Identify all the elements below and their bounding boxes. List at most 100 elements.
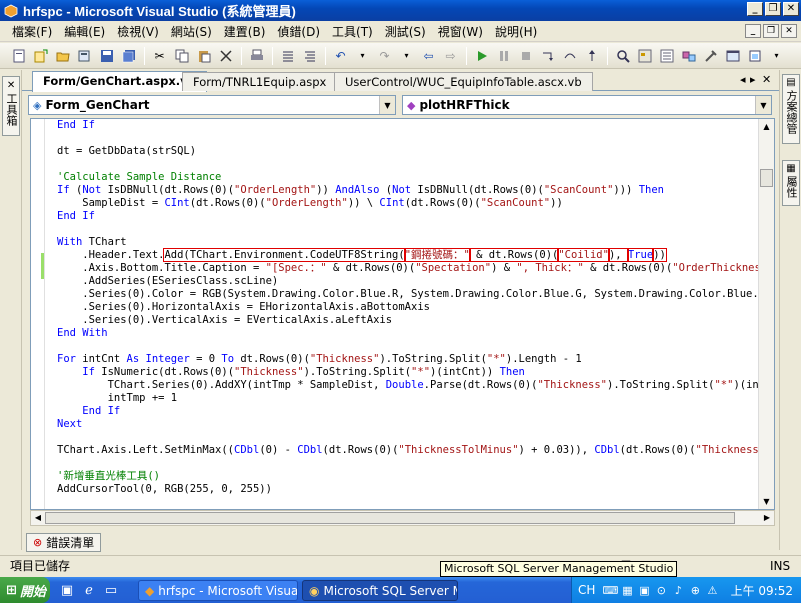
pause-icon[interactable] bbox=[493, 46, 514, 66]
computer-icon[interactable]: ▭ bbox=[102, 581, 120, 599]
mdi-minimize-button[interactable]: _ bbox=[745, 24, 761, 38]
start-button[interactable]: ⊞ 開始 bbox=[0, 577, 50, 603]
menu-tools[interactable]: 工具(T) bbox=[326, 21, 379, 42]
redo-icon[interactable]: ↷ bbox=[374, 46, 395, 66]
scroll-thumb[interactable] bbox=[760, 169, 773, 187]
step-out-icon[interactable] bbox=[581, 46, 602, 66]
paste-icon[interactable] bbox=[193, 46, 214, 66]
step-into-icon[interactable] bbox=[537, 46, 558, 66]
save-icon[interactable] bbox=[96, 46, 117, 66]
menu-help[interactable]: 說明(H) bbox=[489, 21, 543, 42]
toolbar-separator bbox=[607, 46, 608, 65]
scroll-left-icon[interactable]: ◀ bbox=[31, 511, 45, 525]
redo-dropdown-icon[interactable]: ▾ bbox=[396, 46, 417, 66]
code-line: With TChart bbox=[57, 236, 762, 249]
code-text-area[interactable]: End If dt = GetDbData(strSQL) 'Calculate… bbox=[57, 119, 762, 509]
code-token: "*" bbox=[411, 366, 431, 378]
close-button[interactable]: ✕ bbox=[783, 2, 799, 16]
class-name-combo[interactable]: ◈ Form_GenChart ▼ bbox=[28, 95, 396, 115]
print-icon[interactable] bbox=[246, 46, 267, 66]
properties-window-icon[interactable] bbox=[656, 46, 677, 66]
delete-icon[interactable] bbox=[215, 46, 236, 66]
start-page-icon[interactable] bbox=[722, 46, 743, 66]
toolbar-options-icon[interactable]: ▾ bbox=[766, 46, 787, 66]
update-icon[interactable]: ⊕ bbox=[688, 583, 702, 597]
solution-explorer-icon: ▤ bbox=[786, 77, 796, 88]
chevron-down-icon[interactable]: ▼ bbox=[379, 96, 395, 114]
code-token: True bbox=[626, 248, 655, 262]
internet-explorer-icon[interactable]: ℯ bbox=[80, 581, 98, 599]
method-name-combo[interactable]: ◆ plotHRFThick ▼ bbox=[402, 95, 772, 115]
add-new-item-dropdown-icon[interactable] bbox=[74, 46, 95, 66]
menu-website[interactable]: 網站(S) bbox=[165, 21, 218, 42]
solution-explorer-icon[interactable] bbox=[634, 46, 655, 66]
monitor-icon[interactable]: ▣ bbox=[637, 583, 651, 597]
menu-test[interactable]: 測試(S) bbox=[379, 21, 432, 42]
code-token: "OrderThickness" bbox=[672, 262, 762, 274]
menu-debug[interactable]: 偵錯(D) bbox=[271, 21, 326, 42]
undo-icon[interactable]: ↶ bbox=[330, 46, 351, 66]
network-icon[interactable]: ▦ bbox=[620, 583, 634, 597]
open-folder-icon[interactable] bbox=[52, 46, 73, 66]
restore-button[interactable]: ❐ bbox=[765, 2, 781, 16]
new-project-icon[interactable] bbox=[8, 46, 29, 66]
navigate-backward-icon[interactable]: ⇦ bbox=[418, 46, 439, 66]
solution-explorer-tab[interactable]: ▤ 方案總管 bbox=[782, 74, 800, 144]
volume-icon[interactable]: ♪ bbox=[671, 583, 685, 597]
menu-edit[interactable]: 編輯(E) bbox=[58, 21, 111, 42]
chevron-down-icon[interactable]: ▼ bbox=[755, 96, 771, 114]
mdi-restore-button[interactable]: ❐ bbox=[763, 24, 779, 38]
start-debugging-icon[interactable] bbox=[471, 46, 492, 66]
comment-lines-icon[interactable] bbox=[277, 46, 298, 66]
uncomment-lines-icon[interactable] bbox=[299, 46, 320, 66]
code-token: .Parse(dt.Rows(0)( bbox=[423, 379, 538, 391]
undo-dropdown-icon[interactable]: ▾ bbox=[352, 46, 373, 66]
status-message: 項目已儲存 bbox=[10, 559, 71, 573]
taskbar-item-visual-studio[interactable]: ◆ hrfspc - Microsoft Visual ... bbox=[138, 580, 298, 601]
step-over-icon[interactable] bbox=[559, 46, 580, 66]
copy-icon[interactable] bbox=[171, 46, 192, 66]
close-tab-icon[interactable]: ✕ bbox=[762, 73, 771, 86]
find-in-files-icon[interactable] bbox=[612, 46, 633, 66]
minimize-button[interactable]: _ bbox=[747, 2, 763, 16]
code-token: ).ToString.Split( bbox=[607, 379, 715, 391]
warning-icon[interactable]: ⚠ bbox=[705, 583, 719, 597]
scroll-right-icon[interactable]: ▶ bbox=[760, 511, 774, 525]
taskbar-item-sql-server[interactable]: ◉ Microsoft SQL Server Ma... bbox=[302, 580, 458, 601]
vertical-scrollbar[interactable]: ▲ ▼ bbox=[758, 119, 774, 509]
code-token: IsDBNull(dt.Rows(0)( bbox=[411, 184, 544, 196]
menu-window[interactable]: 視窗(W) bbox=[432, 21, 489, 42]
code-token: .Series(0).VerticalAxis = EVerticalAxis.… bbox=[57, 314, 393, 326]
language-indicator[interactable]: CH bbox=[578, 583, 595, 597]
tab-genchart-aspx-vb[interactable]: Form/GenChart.aspx.vb bbox=[32, 71, 207, 92]
tab-tnrl1equip-aspx[interactable]: Form/TNRL1Equip.aspx bbox=[182, 72, 338, 91]
toolbox-icon[interactable] bbox=[700, 46, 721, 66]
save-all-icon[interactable] bbox=[118, 46, 139, 66]
menu-view[interactable]: 檢視(V) bbox=[111, 21, 165, 42]
security-icon[interactable]: ⊙ bbox=[654, 583, 668, 597]
tab-wuc-equipinfotable-ascx-vb[interactable]: UserControl/WUC_EquipInfoTable.ascx.vb bbox=[334, 72, 593, 91]
code-editor[interactable]: End If dt = GetDbData(strSQL) 'Calculate… bbox=[30, 118, 775, 510]
class-view-icon[interactable] bbox=[744, 46, 765, 66]
stop-icon[interactable] bbox=[515, 46, 536, 66]
scroll-up-icon[interactable]: ▲ bbox=[759, 119, 774, 134]
menu-build[interactable]: 建置(B) bbox=[218, 21, 272, 42]
scroll-thumb[interactable] bbox=[45, 512, 735, 524]
keyboard-icon[interactable]: ⌨ bbox=[602, 583, 618, 597]
navigate-forward-icon[interactable]: ⇨ bbox=[440, 46, 461, 66]
menu-file[interactable]: 檔案(F) bbox=[6, 21, 58, 42]
horizontal-scrollbar[interactable]: ◀ ▶ bbox=[30, 510, 775, 526]
add-item-icon[interactable] bbox=[30, 46, 51, 66]
show-desktop-icon[interactable]: ▣ bbox=[58, 581, 76, 599]
properties-tab[interactable]: ▦ 屬性 bbox=[782, 160, 800, 206]
object-browser-icon[interactable] bbox=[678, 46, 699, 66]
toolbar-separator bbox=[272, 46, 273, 65]
tab-list-left-icon[interactable]: ◂ bbox=[740, 73, 746, 86]
scroll-down-icon[interactable]: ▼ bbox=[759, 494, 774, 509]
tab-list-right-icon[interactable]: ▸ bbox=[750, 73, 756, 86]
toolbox-tab[interactable]: ✕ 工具箱 bbox=[2, 76, 20, 136]
cut-icon[interactable]: ✂ bbox=[149, 46, 170, 66]
mdi-close-button[interactable]: ✕ bbox=[781, 24, 797, 38]
error-list-tab[interactable]: ⊗ 錯誤清單 bbox=[26, 533, 102, 552]
